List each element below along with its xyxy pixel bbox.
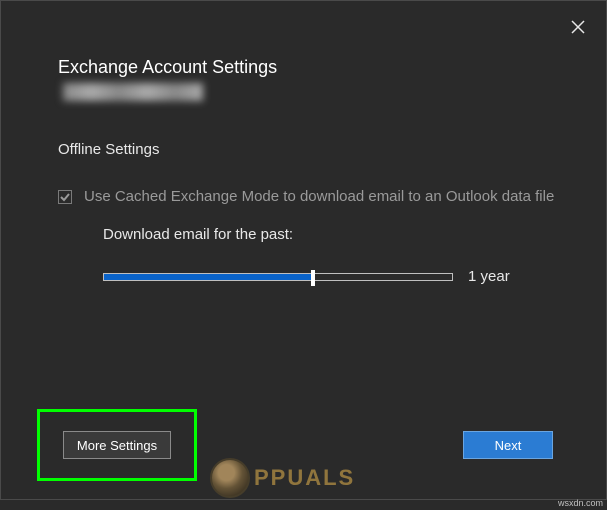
checkmark-icon: [60, 192, 70, 202]
download-slider[interactable]: [103, 273, 453, 281]
download-slider-container: 1 year: [103, 268, 510, 285]
watermark-site: wsxdn.com: [558, 498, 603, 508]
next-button[interactable]: Next: [463, 431, 553, 459]
slider-value-label: 1 year: [468, 268, 510, 285]
exchange-settings-dialog: Exchange Account Settings Offline Settin…: [0, 0, 607, 500]
watermark-brand: PPUALS: [254, 465, 355, 491]
slider-thumb[interactable]: [311, 270, 315, 286]
cached-mode-checkbox[interactable]: [58, 190, 72, 204]
watermark: PPUALS: [210, 458, 355, 498]
account-email: [63, 83, 203, 101]
dialog-title: Exchange Account Settings: [58, 57, 277, 78]
cached-mode-row: Use Cached Exchange Mode to download ema…: [58, 188, 554, 205]
close-button[interactable]: [568, 17, 588, 37]
offline-settings-title: Offline Settings: [58, 141, 159, 158]
cached-mode-label: Use Cached Exchange Mode to download ema…: [84, 188, 554, 205]
more-settings-button[interactable]: More Settings: [63, 431, 171, 459]
slider-fill: [104, 274, 313, 280]
watermark-avatar-icon: [210, 458, 250, 498]
close-icon: [571, 20, 585, 34]
download-past-label: Download email for the past:: [103, 226, 293, 243]
